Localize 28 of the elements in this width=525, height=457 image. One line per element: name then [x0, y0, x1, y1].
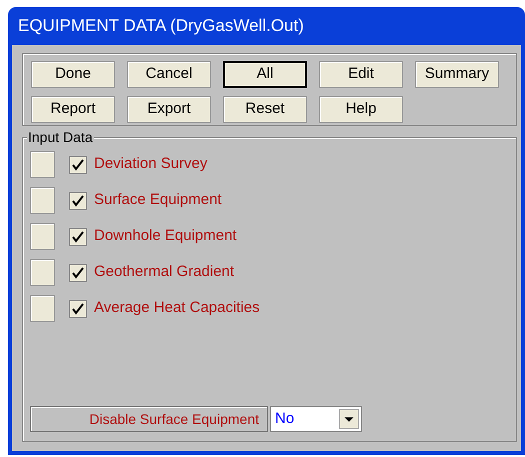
checkbox[interactable] — [69, 156, 87, 174]
item-label: Downhole Equipment — [94, 226, 237, 246]
item-label: Geothermal Gradient — [94, 262, 234, 282]
toolbar-button[interactable]: Help — [319, 96, 403, 122]
item-button[interactable] — [30, 259, 55, 286]
dropdown-field[interactable]: No — [270, 406, 362, 432]
toolbar-button[interactable]: Report — [31, 96, 115, 122]
item-button[interactable] — [30, 187, 55, 214]
item-button[interactable] — [30, 295, 55, 322]
item-button[interactable] — [30, 223, 55, 250]
checkbox[interactable] — [69, 264, 87, 282]
item-label: Average Heat Capacities — [94, 298, 260, 318]
checkbox[interactable] — [69, 300, 87, 318]
toolbar-button[interactable]: Reset — [223, 96, 307, 122]
item-button[interactable] — [30, 151, 55, 178]
group-title: Input Data — [27, 129, 94, 145]
toolbar-button[interactable]: Summary — [415, 61, 499, 88]
item-label: Surface Equipment — [94, 190, 222, 210]
field-label: Disable Surface Equipment — [30, 406, 268, 432]
toolbar-button[interactable]: Done — [31, 61, 115, 88]
window-title: EQUIPMENT DATA (DryGasWell.Out) — [17, 15, 305, 37]
toolbar-button[interactable]: Cancel — [127, 61, 211, 88]
checkbox[interactable] — [69, 192, 87, 210]
toolbar-button[interactable]: Export — [127, 96, 211, 122]
item-label: Deviation Survey — [94, 154, 208, 174]
checkbox[interactable] — [69, 228, 87, 246]
toolbar-button[interactable]: All — [223, 61, 307, 88]
toolbar-button[interactable]: Edit — [319, 61, 403, 88]
